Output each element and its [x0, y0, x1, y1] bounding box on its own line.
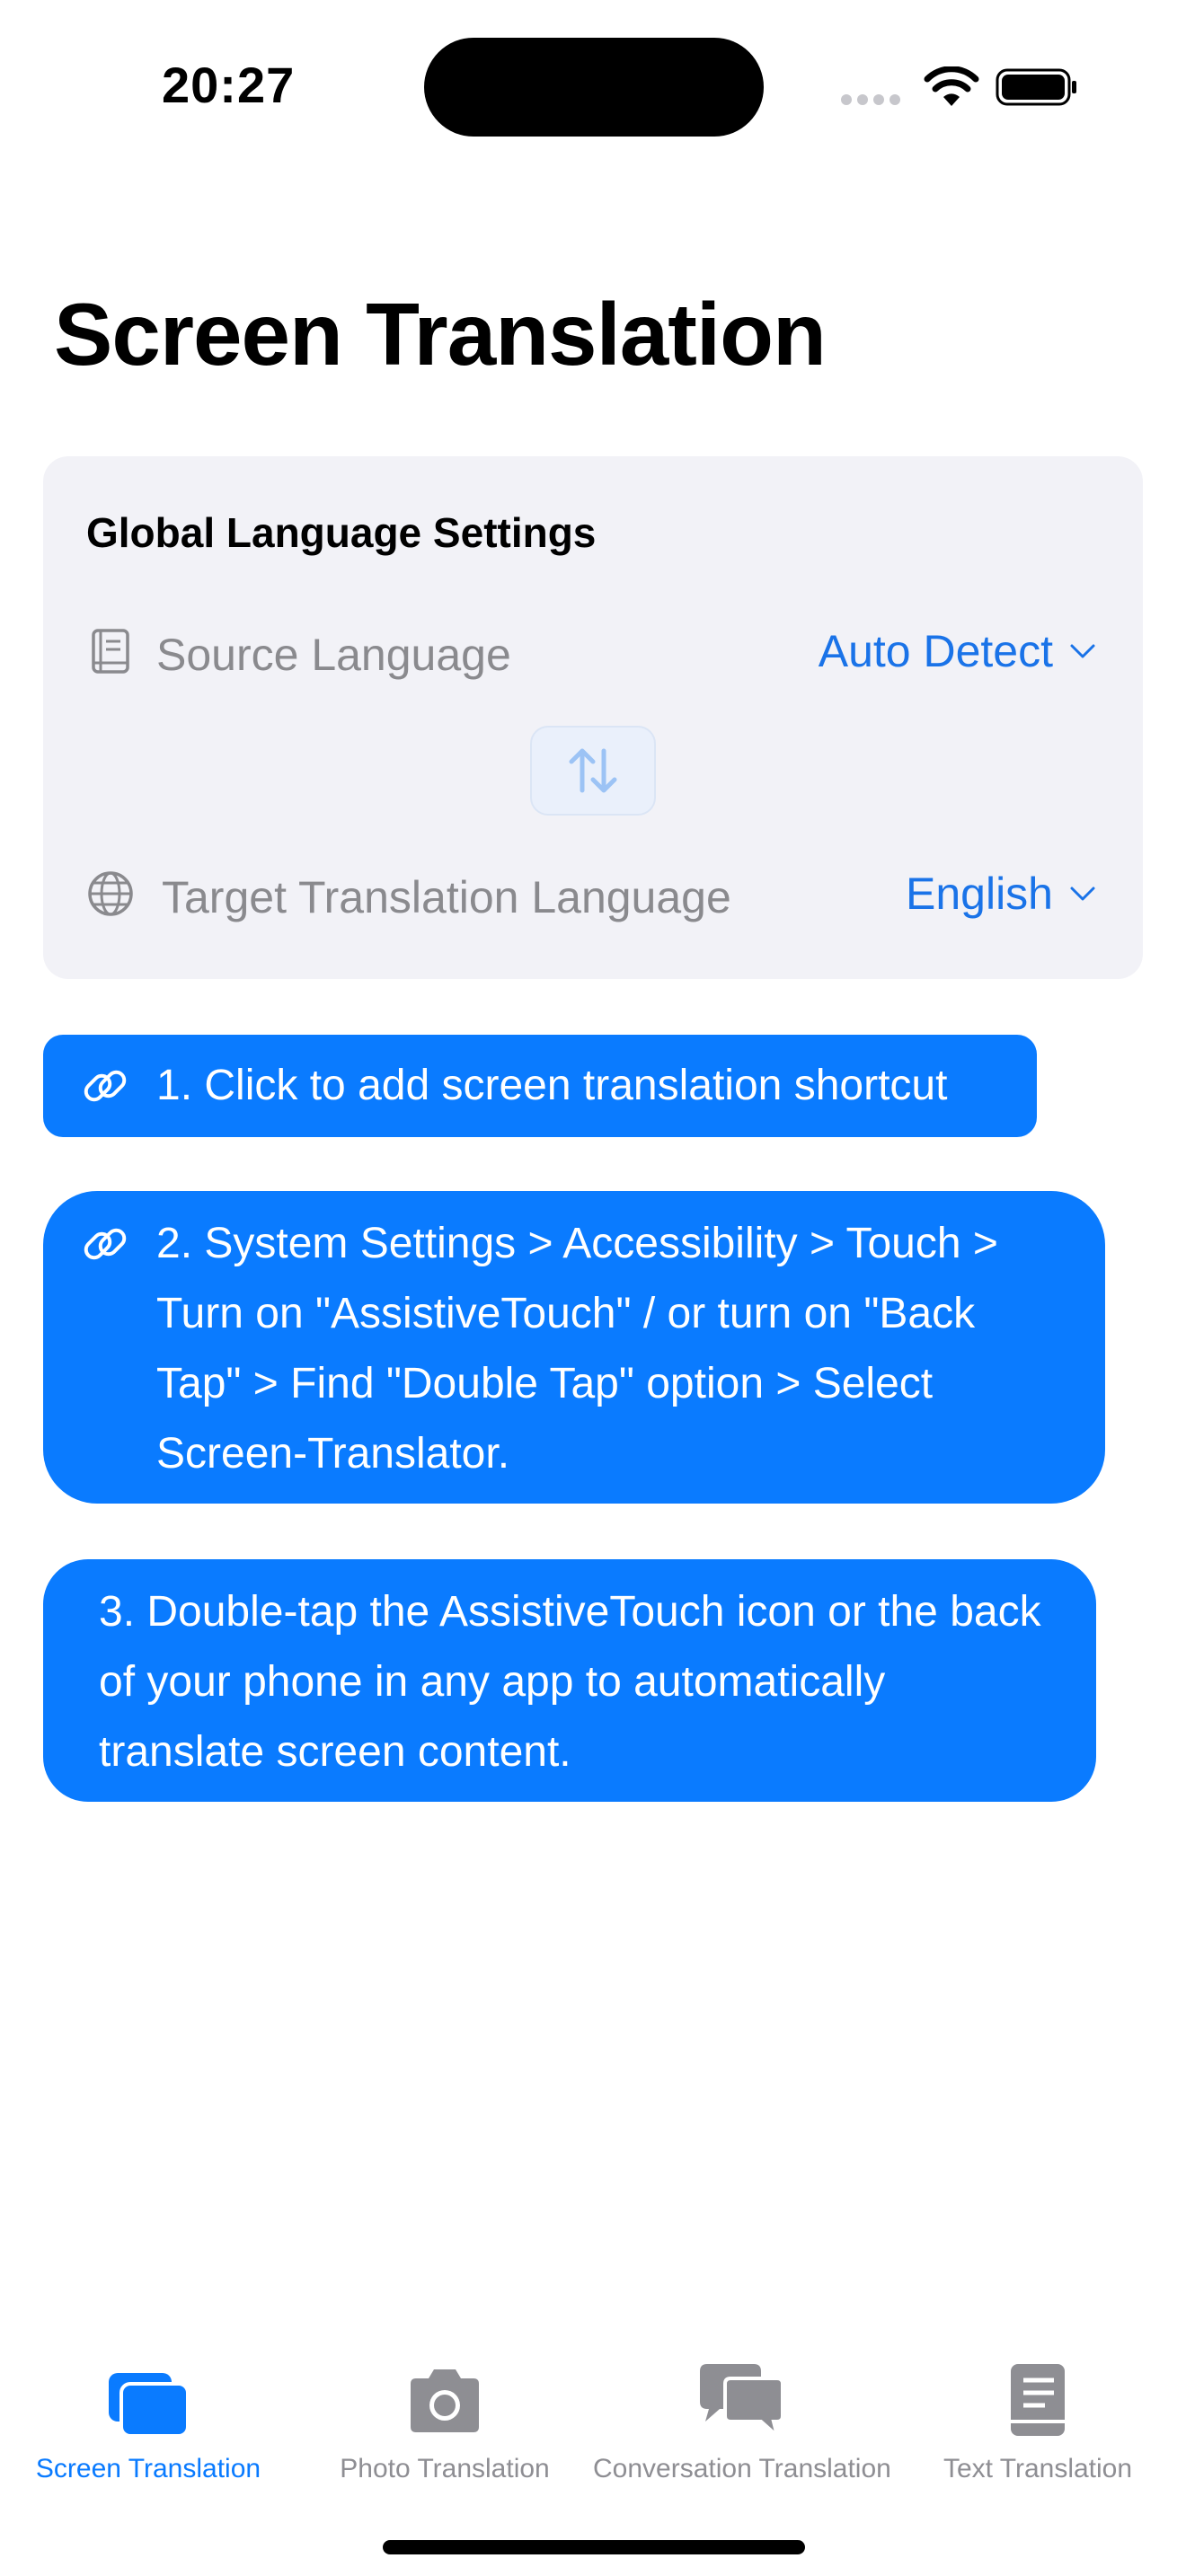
- step-2-text: 2. System Settings > Accessibility > Tou…: [156, 1220, 998, 1478]
- double-tap-instructions[interactable]: 3. Double-tap the AssistiveTouch icon or…: [43, 1559, 1096, 1802]
- page-title: Screen Translation: [54, 285, 827, 384]
- tab-text-translation[interactable]: Text Translation: [890, 2357, 1186, 2484]
- chevron-down-icon: [1070, 887, 1095, 901]
- screens-icon: [109, 2373, 190, 2438]
- battery-icon: [996, 68, 1076, 106]
- tab-label: Text Translation: [943, 2454, 1133, 2483]
- status-time: 20:27: [162, 57, 296, 113]
- settings-heading: Global Language Settings: [86, 509, 597, 556]
- target-language-value: English: [906, 869, 1053, 919]
- source-language-label: Source Language: [156, 630, 511, 680]
- step-1-text: 1. Click to add screen translation short…: [156, 1062, 948, 1109]
- link-icon: [84, 1228, 127, 1260]
- chevron-down-icon: [1070, 644, 1095, 658]
- tab-label: Screen Translation: [35, 2454, 261, 2483]
- camera-icon: [411, 2369, 479, 2432]
- tab-screen-translation[interactable]: Screen Translation: [0, 2357, 296, 2484]
- swap-arrows-icon: [569, 748, 617, 793]
- add-shortcut-button[interactable]: 1. Click to add screen translation short…: [43, 1035, 1037, 1137]
- cellular-signal-icon: [841, 93, 906, 110]
- dynamic-island: [424, 38, 764, 137]
- tab-photo-translation[interactable]: Photo Translation: [296, 2357, 593, 2484]
- document-book-icon: [1011, 2364, 1065, 2436]
- book-icon: [92, 629, 129, 674]
- link-icon: [84, 1070, 127, 1102]
- wifi-icon: [924, 66, 979, 106]
- source-language-value: Auto Detect: [818, 626, 1053, 676]
- target-language-label: Target Translation Language: [162, 872, 731, 922]
- source-language-select[interactable]: Auto Detect: [819, 625, 1096, 677]
- globe-icon: [88, 871, 133, 916]
- system-settings-instructions-button[interactable]: 2. System Settings > Accessibility > Tou…: [43, 1191, 1105, 1504]
- tab-label: Photo Translation: [340, 2454, 550, 2483]
- chat-bubbles-icon: [700, 2364, 784, 2441]
- swap-languages-button[interactable]: [530, 726, 656, 816]
- target-language-select[interactable]: English: [906, 868, 1096, 920]
- tab-label: Conversation Translation: [593, 2454, 891, 2483]
- tab-conversation-translation[interactable]: Conversation Translation: [593, 2357, 891, 2484]
- home-indicator[interactable]: [383, 2540, 805, 2554]
- step-3-text: 3. Double-tap the AssistiveTouch icon or…: [99, 1588, 1041, 1776]
